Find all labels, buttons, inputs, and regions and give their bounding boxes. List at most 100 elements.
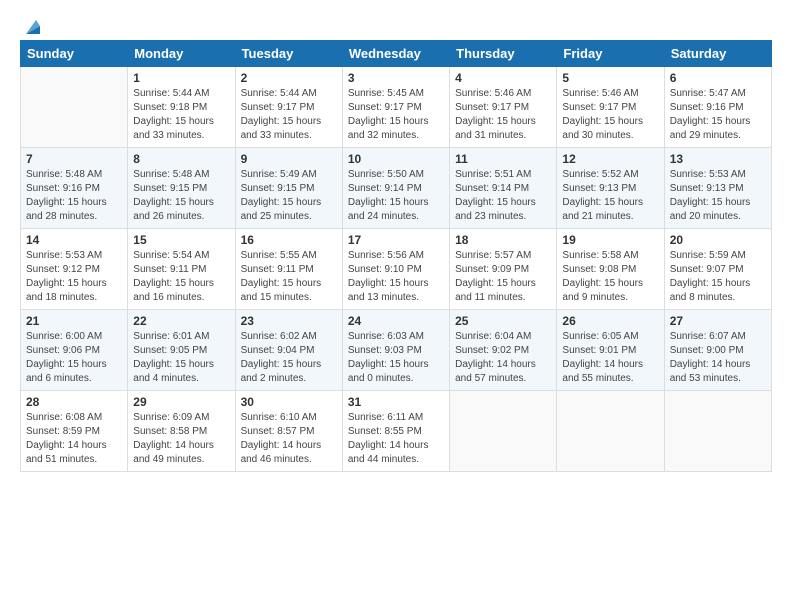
logo (20, 16, 44, 32)
calendar-day-cell (450, 391, 557, 472)
day-number: 5 (562, 71, 658, 85)
day-info: Sunrise: 5:54 AMSunset: 9:11 PMDaylight:… (133, 249, 229, 305)
day-number: 15 (133, 233, 229, 247)
day-info: Sunrise: 5:45 AMSunset: 9:17 PMDaylight:… (348, 87, 444, 143)
calendar-day-cell: 22 Sunrise: 6:01 AMSunset: 9:05 PMDayligh… (128, 310, 235, 391)
day-info: Sunrise: 6:11 AMSunset: 8:55 PMDaylight:… (348, 411, 444, 467)
calendar-day-cell: 14Sunrise: 5:53 AMSunset: 9:12 PMDayligh… (21, 229, 128, 310)
day-info: Sunrise: 5:58 AMSunset: 9:08 PMDaylight:… (562, 249, 658, 305)
day-number: 6 (670, 71, 766, 85)
day-number: 28 (26, 395, 122, 409)
day-info: Sunrise: 5:49 AMSunset: 9:15 PMDaylight:… (241, 168, 337, 224)
day-number: 9 (241, 152, 337, 166)
calendar-day-cell: 23Sunrise: 6:02 AMSunset: 9:04 PMDayligh… (235, 310, 342, 391)
day-number: 29 (133, 395, 229, 409)
calendar-week-row: 7 Sunrise: 5:48 AMSunset: 9:16 PMDaylight… (21, 148, 772, 229)
day-info: Sunrise: 5:44 AMSunset: 9:18 PMDaylight:… (133, 87, 229, 143)
calendar-day-cell: 1Sunrise: 5:44 AMSunset: 9:18 PMDaylight… (128, 67, 235, 148)
calendar-day-cell: 15 Sunrise: 5:54 AMSunset: 9:11 PMDayligh… (128, 229, 235, 310)
day-info: Sunrise: 6:08 AMSunset: 8:59 PMDaylight:… (26, 411, 122, 467)
calendar-day-cell: 20 Sunrise: 5:59 AMSunset: 9:07 PMDayligh… (664, 229, 771, 310)
day-number: 21 (26, 314, 122, 328)
day-number: 19 (562, 233, 658, 247)
day-number: 7 (26, 152, 122, 166)
day-number: 31 (348, 395, 444, 409)
day-info: Sunrise: 6:04 AMSunset: 9:02 PMDaylight:… (455, 330, 551, 386)
day-number: 2 (241, 71, 337, 85)
day-info: Sunrise: 5:53 AMSunset: 9:13 PMDaylight:… (670, 168, 766, 224)
calendar-day-cell: 18 Sunrise: 5:57 AMSunset: 9:09 PMDayligh… (450, 229, 557, 310)
day-info: Sunrise: 5:44 AMSunset: 9:17 PMDaylight:… (241, 87, 337, 143)
day-number: 10 (348, 152, 444, 166)
day-info: Sunrise: 6:00 AMSunset: 9:06 PMDaylight:… (26, 330, 122, 386)
header-day: Thursday (450, 41, 557, 67)
day-info: Sunrise: 5:47 AMSunset: 9:16 PMDaylight:… (670, 87, 766, 143)
day-info: Sunrise: 5:56 AMSunset: 9:10 PMDaylight:… (348, 249, 444, 305)
calendar-day-cell: 28 Sunrise: 6:08 AMSunset: 8:59 PMDayligh… (21, 391, 128, 472)
day-info: Sunrise: 5:52 AMSunset: 9:13 PMDaylight:… (562, 168, 658, 224)
header-row: SundayMondayTuesdayWednesdayThursdayFrid… (21, 41, 772, 67)
header-day: Tuesday (235, 41, 342, 67)
day-info: Sunrise: 6:03 AMSunset: 9:03 PMDaylight:… (348, 330, 444, 386)
calendar: SundayMondayTuesdayWednesdayThursdayFrid… (20, 40, 772, 472)
day-number: 30 (241, 395, 337, 409)
calendar-day-cell: 25 Sunrise: 6:04 AMSunset: 9:02 PMDayligh… (450, 310, 557, 391)
calendar-day-cell (557, 391, 664, 472)
calendar-day-cell: 27 Sunrise: 6:07 AMSunset: 9:00 PMDayligh… (664, 310, 771, 391)
calendar-day-cell: 17 Sunrise: 5:56 AMSunset: 9:10 PMDayligh… (342, 229, 449, 310)
day-info: Sunrise: 5:46 AMSunset: 9:17 PMDaylight:… (562, 87, 658, 143)
calendar-day-cell: 6 Sunrise: 5:47 AMSunset: 9:16 PMDaylight… (664, 67, 771, 148)
calendar-day-cell: 16 Sunrise: 5:55 AMSunset: 9:11 PMDayligh… (235, 229, 342, 310)
calendar-week-row: 21 Sunrise: 6:00 AMSunset: 9:06 PMDayligh… (21, 310, 772, 391)
day-number: 18 (455, 233, 551, 247)
calendar-week-row: 28 Sunrise: 6:08 AMSunset: 8:59 PMDayligh… (21, 391, 772, 472)
day-number: 23 (241, 314, 337, 328)
day-number: 4 (455, 71, 551, 85)
calendar-day-cell: 5 Sunrise: 5:46 AMSunset: 9:17 PMDaylight… (557, 67, 664, 148)
calendar-day-cell (21, 67, 128, 148)
day-info: Sunrise: 6:09 AMSunset: 8:58 PMDaylight:… (133, 411, 229, 467)
logo-icon (22, 16, 44, 38)
calendar-day-cell: 13 Sunrise: 5:53 AMSunset: 9:13 PMDayligh… (664, 148, 771, 229)
day-number: 25 (455, 314, 551, 328)
day-number: 3 (348, 71, 444, 85)
calendar-day-cell: 9 Sunrise: 5:49 AMSunset: 9:15 PMDaylight… (235, 148, 342, 229)
day-number: 20 (670, 233, 766, 247)
calendar-day-cell: 31 Sunrise: 6:11 AMSunset: 8:55 PMDayligh… (342, 391, 449, 472)
calendar-day-cell: 2 Sunrise: 5:44 AMSunset: 9:17 PMDaylight… (235, 67, 342, 148)
day-info: Sunrise: 5:57 AMSunset: 9:09 PMDaylight:… (455, 249, 551, 305)
day-number: 11 (455, 152, 551, 166)
header-day: Monday (128, 41, 235, 67)
day-number: 17 (348, 233, 444, 247)
day-number: 13 (670, 152, 766, 166)
calendar-week-row: 14Sunrise: 5:53 AMSunset: 9:12 PMDayligh… (21, 229, 772, 310)
day-info: Sunrise: 5:48 AMSunset: 9:16 PMDaylight:… (26, 168, 122, 224)
calendar-day-cell: 11 Sunrise: 5:51 AMSunset: 9:14 PMDayligh… (450, 148, 557, 229)
header-day: Sunday (21, 41, 128, 67)
day-info: Sunrise: 6:10 AMSunset: 8:57 PMDaylight:… (241, 411, 337, 467)
header (20, 16, 772, 32)
day-number: 26 (562, 314, 658, 328)
day-info: Sunrise: 5:55 AMSunset: 9:11 PMDaylight:… (241, 249, 337, 305)
day-info: Sunrise: 5:51 AMSunset: 9:14 PMDaylight:… (455, 168, 551, 224)
day-number: 22 (133, 314, 229, 328)
calendar-day-cell (664, 391, 771, 472)
header-day: Friday (557, 41, 664, 67)
day-info: Sunrise: 5:59 AMSunset: 9:07 PMDaylight:… (670, 249, 766, 305)
day-info: Sunrise: 6:07 AMSunset: 9:00 PMDaylight:… (670, 330, 766, 386)
day-info: Sunrise: 6:01 AMSunset: 9:05 PMDaylight:… (133, 330, 229, 386)
calendar-day-cell: 7 Sunrise: 5:48 AMSunset: 9:16 PMDaylight… (21, 148, 128, 229)
day-number: 27 (670, 314, 766, 328)
calendar-day-cell: 24Sunrise: 6:03 AMSunset: 9:03 PMDayligh… (342, 310, 449, 391)
calendar-day-cell: 26 Sunrise: 6:05 AMSunset: 9:01 PMDayligh… (557, 310, 664, 391)
calendar-day-cell: 29 Sunrise: 6:09 AMSunset: 8:58 PMDayligh… (128, 391, 235, 472)
header-day: Saturday (664, 41, 771, 67)
day-info: Sunrise: 5:50 AMSunset: 9:14 PMDaylight:… (348, 168, 444, 224)
calendar-day-cell: 19 Sunrise: 5:58 AMSunset: 9:08 PMDayligh… (557, 229, 664, 310)
calendar-day-cell: 4 Sunrise: 5:46 AMSunset: 9:17 PMDaylight… (450, 67, 557, 148)
day-info: Sunrise: 6:05 AMSunset: 9:01 PMDaylight:… (562, 330, 658, 386)
day-number: 16 (241, 233, 337, 247)
page: SundayMondayTuesdayWednesdayThursdayFrid… (0, 0, 792, 482)
day-info: Sunrise: 5:46 AMSunset: 9:17 PMDaylight:… (455, 87, 551, 143)
day-number: 8 (133, 152, 229, 166)
